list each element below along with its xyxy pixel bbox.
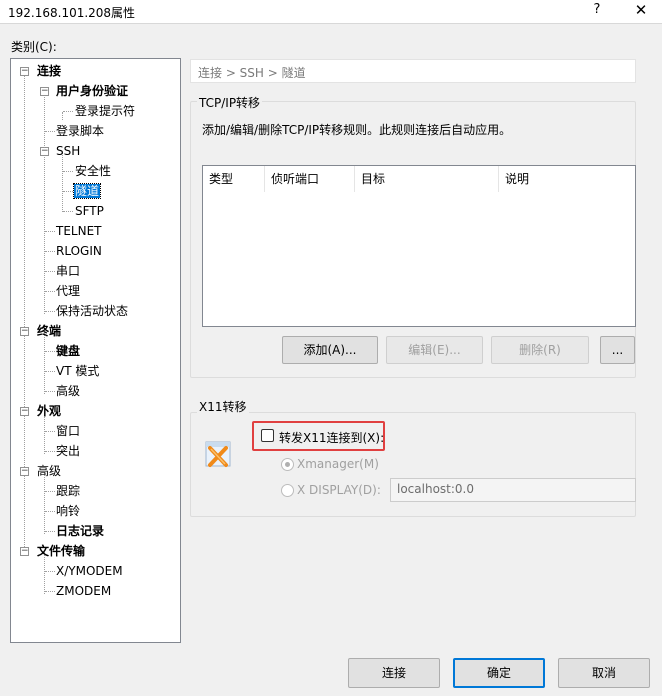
forward-x11-checkbox[interactable] bbox=[261, 429, 274, 442]
tree-item-keepalive[interactable]: 保持活动状态 bbox=[56, 302, 128, 320]
tree-item-terminal-advanced[interactable]: 高级 bbox=[56, 382, 80, 400]
tree-line bbox=[44, 332, 45, 394]
tree-item-tunnel[interactable]: 隧道 bbox=[72, 182, 102, 200]
column-header-destination[interactable]: 目标 bbox=[355, 166, 499, 192]
collapse-icon[interactable]: − bbox=[40, 147, 49, 156]
tcpip-group-title: TCP/IP转移 bbox=[197, 94, 263, 111]
tree-item-proxy[interactable]: 代理 bbox=[56, 282, 80, 300]
tree-item-connection[interactable]: 连接 bbox=[37, 62, 61, 80]
title-bar: 192.168.101.208属性 ? ✕ bbox=[0, 0, 662, 24]
tree-item-xymodem[interactable]: X/YMODEM bbox=[56, 562, 123, 580]
collapse-icon[interactable]: − bbox=[20, 327, 29, 336]
connect-button[interactable]: 连接 bbox=[348, 658, 440, 688]
tree-item-bell[interactable]: 响铃 bbox=[56, 502, 80, 520]
column-header-type[interactable]: 类型 bbox=[203, 166, 265, 192]
tree-item-advanced[interactable]: 高级 bbox=[37, 462, 61, 480]
tree-item-terminal[interactable]: 终端 bbox=[37, 322, 61, 340]
tree-item-highlight[interactable]: 突出 bbox=[56, 442, 80, 460]
help-button[interactable]: ? bbox=[588, 2, 606, 17]
tree-item-telnet[interactable]: TELNET bbox=[56, 222, 102, 240]
tree-item-trace[interactable]: 跟踪 bbox=[56, 482, 80, 500]
category-label: 类别(C): bbox=[11, 40, 57, 54]
more-options-button[interactable]: ... bbox=[600, 336, 635, 364]
column-header-description[interactable]: 说明 bbox=[499, 166, 636, 192]
x-display-input[interactable]: localhost:0.0 bbox=[390, 478, 636, 502]
ok-button[interactable]: 确定 bbox=[453, 658, 545, 688]
x-display-radio[interactable] bbox=[281, 484, 294, 497]
column-header-listen-port[interactable]: 侦听端口 bbox=[265, 166, 355, 192]
tree-item-serial[interactable]: 串口 bbox=[56, 262, 80, 280]
tree-item-login-script[interactable]: 登录脚本 bbox=[56, 122, 104, 140]
x11-group-title: X11转移 bbox=[197, 398, 249, 415]
tcpip-description: 添加/编辑/删除TCP/IP转移规则。此规则连接后自动应用。 bbox=[202, 123, 512, 137]
collapse-icon[interactable]: − bbox=[20, 547, 29, 556]
tree-item-rlogin[interactable]: RLOGIN bbox=[56, 242, 102, 260]
tree-item-ssh[interactable]: SSH bbox=[56, 142, 80, 160]
xmanager-icon bbox=[205, 441, 231, 467]
tree-line bbox=[44, 92, 45, 314]
collapse-icon[interactable]: − bbox=[20, 407, 29, 416]
collapse-icon[interactable]: − bbox=[20, 467, 29, 476]
tree-item-file-transfer[interactable]: 文件传输 bbox=[37, 542, 85, 560]
tree-item-zmodem[interactable]: ZMODEM bbox=[56, 582, 111, 600]
window-title: 192.168.101.208属性 bbox=[8, 6, 136, 20]
xmanager-radio-label[interactable]: Xmanager(M) bbox=[297, 457, 379, 471]
tree-item-security[interactable]: 安全性 bbox=[75, 162, 111, 180]
x-display-radio-label[interactable]: X DISPLAY(D): bbox=[297, 483, 381, 497]
tree-item-vt-mode[interactable]: VT 模式 bbox=[56, 362, 99, 380]
tree-item-sftp[interactable]: SFTP bbox=[75, 202, 104, 220]
category-tree[interactable]: − 连接 − 用户身份验证 登录提示符 登录脚本 − SSH 安全性 隧道 SF… bbox=[10, 58, 181, 643]
tree-item-keyboard[interactable]: 键盘 bbox=[56, 342, 80, 360]
tree-line bbox=[44, 472, 45, 534]
collapse-icon[interactable]: − bbox=[20, 67, 29, 76]
collapse-icon[interactable]: − bbox=[40, 87, 49, 96]
close-button[interactable]: ✕ bbox=[632, 1, 650, 19]
tree-item-appearance[interactable]: 外观 bbox=[37, 402, 61, 420]
tree-line bbox=[62, 152, 63, 212]
tree-item-user-auth[interactable]: 用户身份验证 bbox=[56, 82, 128, 100]
forward-x11-label[interactable]: 转发X11连接到(X): bbox=[279, 429, 384, 446]
breadcrumb: 连接 > SSH > 隧道 bbox=[190, 59, 636, 83]
cancel-button[interactable]: 取消 bbox=[558, 658, 650, 688]
tree-item-login-prompt[interactable]: 登录提示符 bbox=[75, 102, 135, 120]
tree-line bbox=[24, 73, 25, 551]
tree-item-logging[interactable]: 日志记录 bbox=[56, 522, 104, 540]
add-button[interactable]: 添加(A)... bbox=[282, 336, 378, 364]
tcpip-rules-list[interactable]: 类型 侦听端口 目标 说明 bbox=[202, 165, 636, 327]
delete-button[interactable]: 删除(R) bbox=[491, 336, 589, 364]
xmanager-radio[interactable] bbox=[281, 458, 294, 471]
tree-item-window[interactable]: 窗口 bbox=[56, 422, 80, 440]
edit-button[interactable]: 编辑(E)... bbox=[386, 336, 483, 364]
tree-line bbox=[62, 112, 63, 120]
